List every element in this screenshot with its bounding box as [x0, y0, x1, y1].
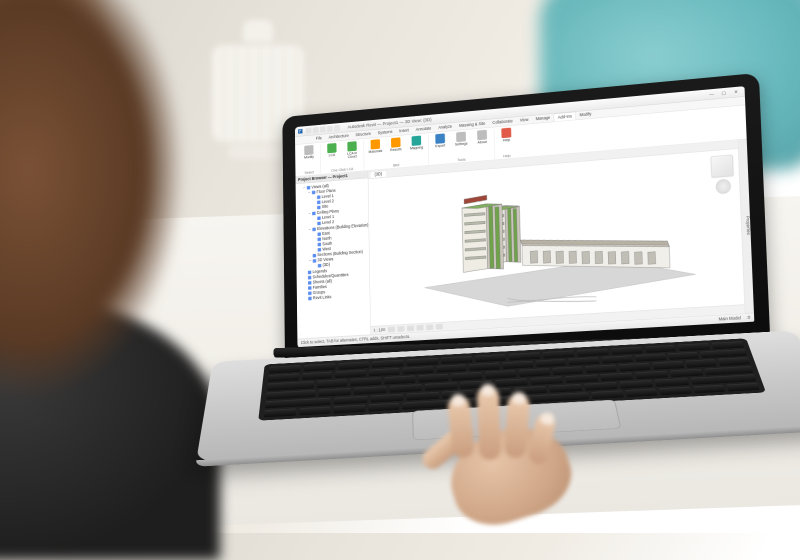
- tree-item-label: 3D Views: [317, 257, 333, 262]
- user-hand: [410, 390, 610, 530]
- ribbon-button-materials[interactable]: Materials: [366, 139, 384, 154]
- tree-item-label: Revit Links: [313, 295, 332, 301]
- ribbon-button-modify[interactable]: Modify: [300, 145, 318, 160]
- ribbon-group-tools: Export Settings About Tools: [428, 129, 495, 164]
- settings-icon: [456, 132, 466, 142]
- ribbon-button-settings[interactable]: Settings: [452, 131, 471, 147]
- tree-node-icon: [308, 291, 311, 295]
- tree-item-label: {3D}: [322, 262, 329, 267]
- ribbon-group-label: Help: [503, 153, 510, 158]
- export-icon: [435, 133, 445, 143]
- tree-node-icon: [318, 248, 321, 252]
- lca-icon: [327, 143, 336, 153]
- laptop-lid: Autodesk Revit — Project1 — 3D View: {3D…: [282, 73, 770, 370]
- ribbon-button-label: Export: [435, 144, 445, 148]
- ribbon-button-label: LCA in Cloud: [343, 151, 361, 159]
- ribbon-group-label: Tools: [457, 157, 465, 162]
- ribbon-button-label: Materials: [369, 149, 383, 154]
- tree-node-icon: [308, 276, 311, 280]
- lca-in-cloud-icon: [347, 141, 356, 151]
- ribbon-group-bim: Materials Results Mapping BIM: [364, 135, 429, 170]
- ribbon-group-help: Help Help: [494, 127, 519, 159]
- help-icon: [501, 128, 511, 139]
- sun-path-button[interactable]: [407, 326, 414, 332]
- ribbon-group-label: Select: [305, 169, 314, 174]
- ribbon-button-help[interactable]: Help: [497, 127, 516, 143]
- about-icon: [477, 130, 487, 140]
- tree-node-icon: [318, 264, 321, 268]
- tree-item-label: West: [322, 246, 331, 251]
- view-tab-3d[interactable]: {3D}: [370, 170, 387, 178]
- tree-node-icon: [307, 186, 310, 190]
- tree-item-label: Level 2: [322, 220, 334, 225]
- project-browser-tree[interactable]: −Views (all)−Floor PlansLevel 1Level 2Si…: [296, 178, 371, 339]
- ribbon-button-about[interactable]: About: [473, 129, 492, 145]
- tree-node-icon: [317, 206, 320, 210]
- qat-open-icon[interactable]: [306, 127, 312, 133]
- ribbon-button-label: About: [478, 140, 487, 144]
- tree-node-icon: [313, 254, 316, 258]
- materials-icon: [371, 139, 381, 149]
- tree-node-icon: [318, 243, 321, 247]
- 3d-viewport[interactable]: [368, 149, 744, 327]
- tree-node-icon: [312, 211, 315, 215]
- tree-item-label: East: [322, 231, 330, 236]
- model-3d-render: [368, 149, 744, 327]
- ribbon-button-label: Help: [503, 138, 510, 142]
- revit-app-window: Autodesk Revit — Project1 — 3D View: {3D…: [295, 86, 754, 347]
- tree-node-icon: [312, 227, 315, 231]
- ribbon-button-label: Settings: [455, 142, 468, 147]
- ribbon-button-mapping[interactable]: Mapping: [407, 135, 425, 150]
- revit-logo-icon: [297, 128, 303, 134]
- tree-item[interactable]: −Views (all)−Floor PlansLevel 1Level 2Si…: [303, 180, 367, 270]
- tree-node-icon: [308, 296, 311, 300]
- hide-isolate-button[interactable]: [436, 324, 443, 330]
- ribbon-button-label: Results: [390, 148, 401, 152]
- shadows-button[interactable]: [416, 325, 423, 331]
- tree-node-icon: [312, 190, 315, 194]
- ribbon-button-export[interactable]: Export: [431, 133, 450, 148]
- qat-save-icon[interactable]: [313, 127, 319, 133]
- tree-item-label: Site: [322, 204, 329, 209]
- tree-node-icon: [317, 195, 320, 199]
- ribbon-button-label: Mapping: [410, 146, 423, 151]
- ribbon-group-one-click-lca: LCALCA in CloudOne Click LCA: [320, 141, 364, 174]
- close-button[interactable]: ✕: [730, 88, 742, 95]
- tree-node-icon: [317, 216, 320, 220]
- maximize-button[interactable]: ▢: [718, 89, 730, 96]
- tree-node-icon: [308, 281, 311, 285]
- tree-node-icon: [317, 200, 320, 204]
- qat-undo-icon[interactable]: [320, 126, 326, 132]
- tree-item[interactable]: −Elevations (Building Elevation)EastNort…: [309, 222, 368, 253]
- qat-redo-icon[interactable]: [327, 125, 333, 131]
- ribbon-button-label: Modify: [304, 155, 314, 159]
- detail-level-button[interactable]: [388, 327, 395, 333]
- ribbon-button-lca-in-cloud[interactable]: LCA in Cloud: [343, 141, 361, 160]
- qat-print-icon[interactable]: [334, 125, 340, 132]
- ribbon-button-results[interactable]: Results: [387, 137, 405, 152]
- modify-icon: [304, 145, 313, 155]
- view-area: {3D}: [368, 140, 745, 335]
- ribbon-group-label: BIM: [393, 162, 399, 167]
- project-browser-panel[interactable]: Project Browser — Project1 −Views (all)−…: [295, 171, 370, 339]
- crop-region-button[interactable]: [426, 324, 433, 330]
- viewcube[interactable]: [711, 155, 734, 178]
- tree-node-icon: [308, 270, 311, 274]
- results-icon: [391, 137, 401, 147]
- status-filter[interactable]: Main Model: [718, 316, 741, 322]
- tree-node-icon: [308, 286, 311, 290]
- ribbon-button-lca[interactable]: LCA: [323, 143, 341, 158]
- visual-style-button[interactable]: [397, 326, 404, 332]
- tree-node-icon: [317, 221, 320, 225]
- tree-node-icon: [318, 237, 321, 241]
- ribbon-group-select: Modify Select: [298, 144, 321, 175]
- tree-node-icon: [313, 259, 316, 263]
- properties-title: Properties: [745, 216, 751, 235]
- mapping-icon: [412, 136, 422, 146]
- ribbon-button-label: LCA: [329, 153, 336, 157]
- status-selection: :0: [747, 315, 751, 320]
- view-scale[interactable]: 1 : 100: [373, 328, 385, 333]
- minimize-button[interactable]: —: [706, 90, 718, 97]
- tree-node-icon: [317, 232, 320, 236]
